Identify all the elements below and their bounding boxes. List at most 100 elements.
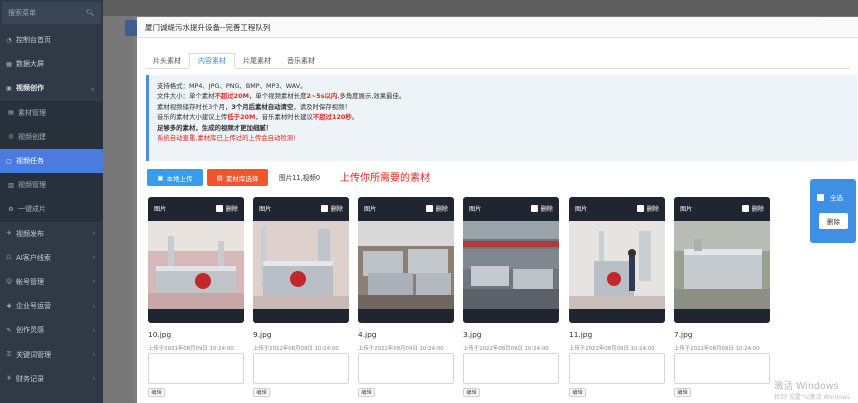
file-description-textarea[interactable] [463, 353, 559, 384]
sidebar-item-label: 视频创建 [18, 132, 46, 141]
gear-icon: ⚙ [8, 205, 14, 213]
file-description-textarea[interactable] [569, 353, 665, 384]
enterprise-icon: ✚ [6, 302, 12, 310]
notice-dedupe: 系统自动查重,素材库已上传过的上传会自动检测! [157, 134, 296, 143]
edit-button[interactable]: 编辑 [463, 388, 480, 397]
file-description-textarea[interactable] [674, 353, 770, 384]
sidebar-item-ai-leads[interactable]: ☖ AI客户线索 ‹ [0, 246, 103, 270]
material-count: 图片11,视频0 [279, 174, 321, 182]
notice-quality: 足够多的素材，生成的视频才更加细腻！ [157, 123, 273, 132]
folder-icon: ▤ [216, 173, 223, 182]
local-upload-button[interactable]: ▣ 本地上传 [147, 169, 203, 186]
material-card: 图片 删除 [463, 197, 559, 323]
sidebar-item-label: 视频管理 [18, 181, 46, 190]
sidebar-item-inspiration[interactable]: ✎ 创作灵感 ‹ [0, 318, 103, 342]
card-delete-checkbox[interactable]: 删除 [636, 204, 659, 213]
user-icon: ☺ [5, 278, 13, 286]
search-placeholder: 搜索菜单 [8, 9, 36, 17]
card-thumbnail[interactable] [674, 221, 770, 309]
search-icon[interactable]: 🔍︎ [86, 9, 95, 17]
background-topbar [103, 0, 858, 16]
sidebar-item-publish[interactable]: ✈ 视频发布 ‹ [0, 222, 103, 246]
sidebar-item-label: 视频任务 [16, 157, 44, 166]
video-icon: ▣ [6, 84, 12, 92]
card-delete-checkbox[interactable]: 删除 [530, 204, 553, 213]
chevron-left-icon: ‹ [92, 375, 95, 383]
sidebar-item-account[interactable]: ☺ 帐号管理 ‹ [0, 270, 103, 294]
sidebar-item-finance[interactable]: ¥ 财务记录 ‹ [0, 367, 103, 391]
card-thumbnail[interactable] [358, 221, 454, 309]
material-card: 图片 删除 [674, 197, 770, 323]
card-header: 图片 删除 [674, 197, 770, 219]
file-description-textarea[interactable] [253, 353, 349, 384]
sidebar-item-label: 视频发布 [16, 229, 44, 238]
sidebar-item-one-click[interactable]: ⚙ 一键成片 [0, 197, 103, 222]
file-name: 11.jpg [569, 330, 593, 339]
chevron-left-icon: ‹ [92, 326, 95, 334]
upload-hint: 上传你所需要的素材 [340, 173, 430, 184]
file-name: 4.jpg [358, 330, 377, 339]
file-description-textarea[interactable] [148, 353, 244, 384]
chevron-left-icon: ‹ [92, 351, 95, 359]
key-icon: ⚿ [6, 350, 12, 358]
camera-icon: ▣ [157, 173, 164, 182]
upload-notice: 支持格式：MP4、JPG、PNG、BMP、MP3、WAV。 文件大小：单个素材不… [146, 75, 857, 161]
sidebar-item-label: 一键成片 [18, 205, 46, 214]
edit-button[interactable]: 编辑 [148, 388, 165, 397]
create-icon: ◎ [8, 133, 14, 141]
sidebar-item-material[interactable]: ▤ 素材管理 [0, 100, 103, 125]
upload-modal: 厦门诚缇污水提升设备--完善工程队列 片头素材 内容素材 片尾素材 音乐素材 支… [137, 17, 858, 403]
file-upload-date: 上传于2022年08月09日 10:24:00 [253, 346, 339, 352]
ai-icon: ☖ [6, 254, 12, 262]
chevron-down-icon: ⌄ [89, 84, 95, 92]
card-thumbnail[interactable] [463, 221, 559, 309]
file-upload-date: 上传于2022年08月09日 10:24:00 [463, 346, 549, 352]
card-type: 图片 [680, 205, 693, 213]
windows-activation-subtitle: 转到"设置"以激活 Windows [774, 394, 851, 401]
bulb-icon: ✎ [6, 326, 12, 334]
edit-button[interactable]: 编辑 [253, 388, 270, 397]
card-thumbnail[interactable] [253, 221, 349, 309]
card-type: 图片 [575, 205, 588, 213]
card-delete-checkbox[interactable]: 删除 [741, 204, 764, 213]
sidebar-item-dashboard[interactable]: ◔ 控制台首页 [0, 28, 103, 52]
dashboard-icon: ◔ [6, 36, 12, 44]
select-all-checkbox[interactable]: 全选 [817, 192, 843, 202]
sidebar-item-enterprise[interactable]: ✚ 企业号运营 ‹ [0, 294, 103, 318]
card-delete-checkbox[interactable]: 删除 [320, 204, 343, 213]
tab-music[interactable]: 音乐素材 [279, 53, 323, 69]
card-type: 图片 [364, 205, 377, 213]
edit-button[interactable]: 编辑 [358, 388, 375, 397]
file-upload-date: 上传于2022年08月09日 10:24:00 [358, 346, 444, 352]
card-header: 图片 删除 [253, 197, 349, 219]
sidebar-item-video-task[interactable]: ▢ 视频任务 [0, 148, 103, 174]
sidebar-item-label: 帐号管理 [16, 277, 44, 286]
chevron-left-icon: ‹ [92, 278, 95, 286]
tab-intro[interactable]: 片头素材 [145, 53, 189, 69]
file-name: 3.jpg [463, 330, 482, 339]
tab-outro[interactable]: 片尾素材 [235, 53, 279, 69]
card-delete-checkbox[interactable]: 删除 [215, 204, 238, 213]
tab-content[interactable]: 内容素材 [189, 53, 235, 69]
search-input[interactable]: 搜索菜单 🔍︎ [2, 2, 101, 24]
card-thumbnail[interactable] [148, 221, 244, 309]
sidebar-item-video-new[interactable]: ◎ 视频创建 [0, 124, 103, 149]
money-icon: ¥ [7, 375, 11, 383]
edit-button[interactable]: 编辑 [569, 388, 586, 397]
card-header: 图片 删除 [569, 197, 665, 219]
windows-activation-title: 激活 Windows [774, 381, 839, 392]
modal-title: 厦门诚缇污水提升设备--完善工程队列 [137, 17, 858, 38]
batch-delete-button[interactable]: 删除 [819, 213, 848, 229]
sidebar-item-label: 数据大屏 [16, 60, 44, 69]
sidebar-item-label: 财务记录 [16, 374, 44, 383]
sidebar-item-video-manage[interactable]: ▥ 视频管理 [0, 173, 103, 198]
card-delete-checkbox[interactable]: 删除 [425, 204, 448, 213]
card-thumbnail[interactable] [569, 221, 665, 309]
file-description-textarea[interactable] [358, 353, 454, 384]
list-icon: ▥ [8, 181, 14, 189]
library-select-button[interactable]: ▤ 素材库选择 [207, 169, 268, 186]
sidebar-item-video-create[interactable]: ▣ 视频创作 ⌄ [0, 76, 103, 100]
edit-button[interactable]: 编辑 [674, 388, 691, 397]
sidebar-item-bigscreen[interactable]: ▦ 数据大屏 [0, 52, 103, 76]
sidebar-item-keywords[interactable]: ⚿ 关键词管理 ‹ [0, 342, 103, 366]
